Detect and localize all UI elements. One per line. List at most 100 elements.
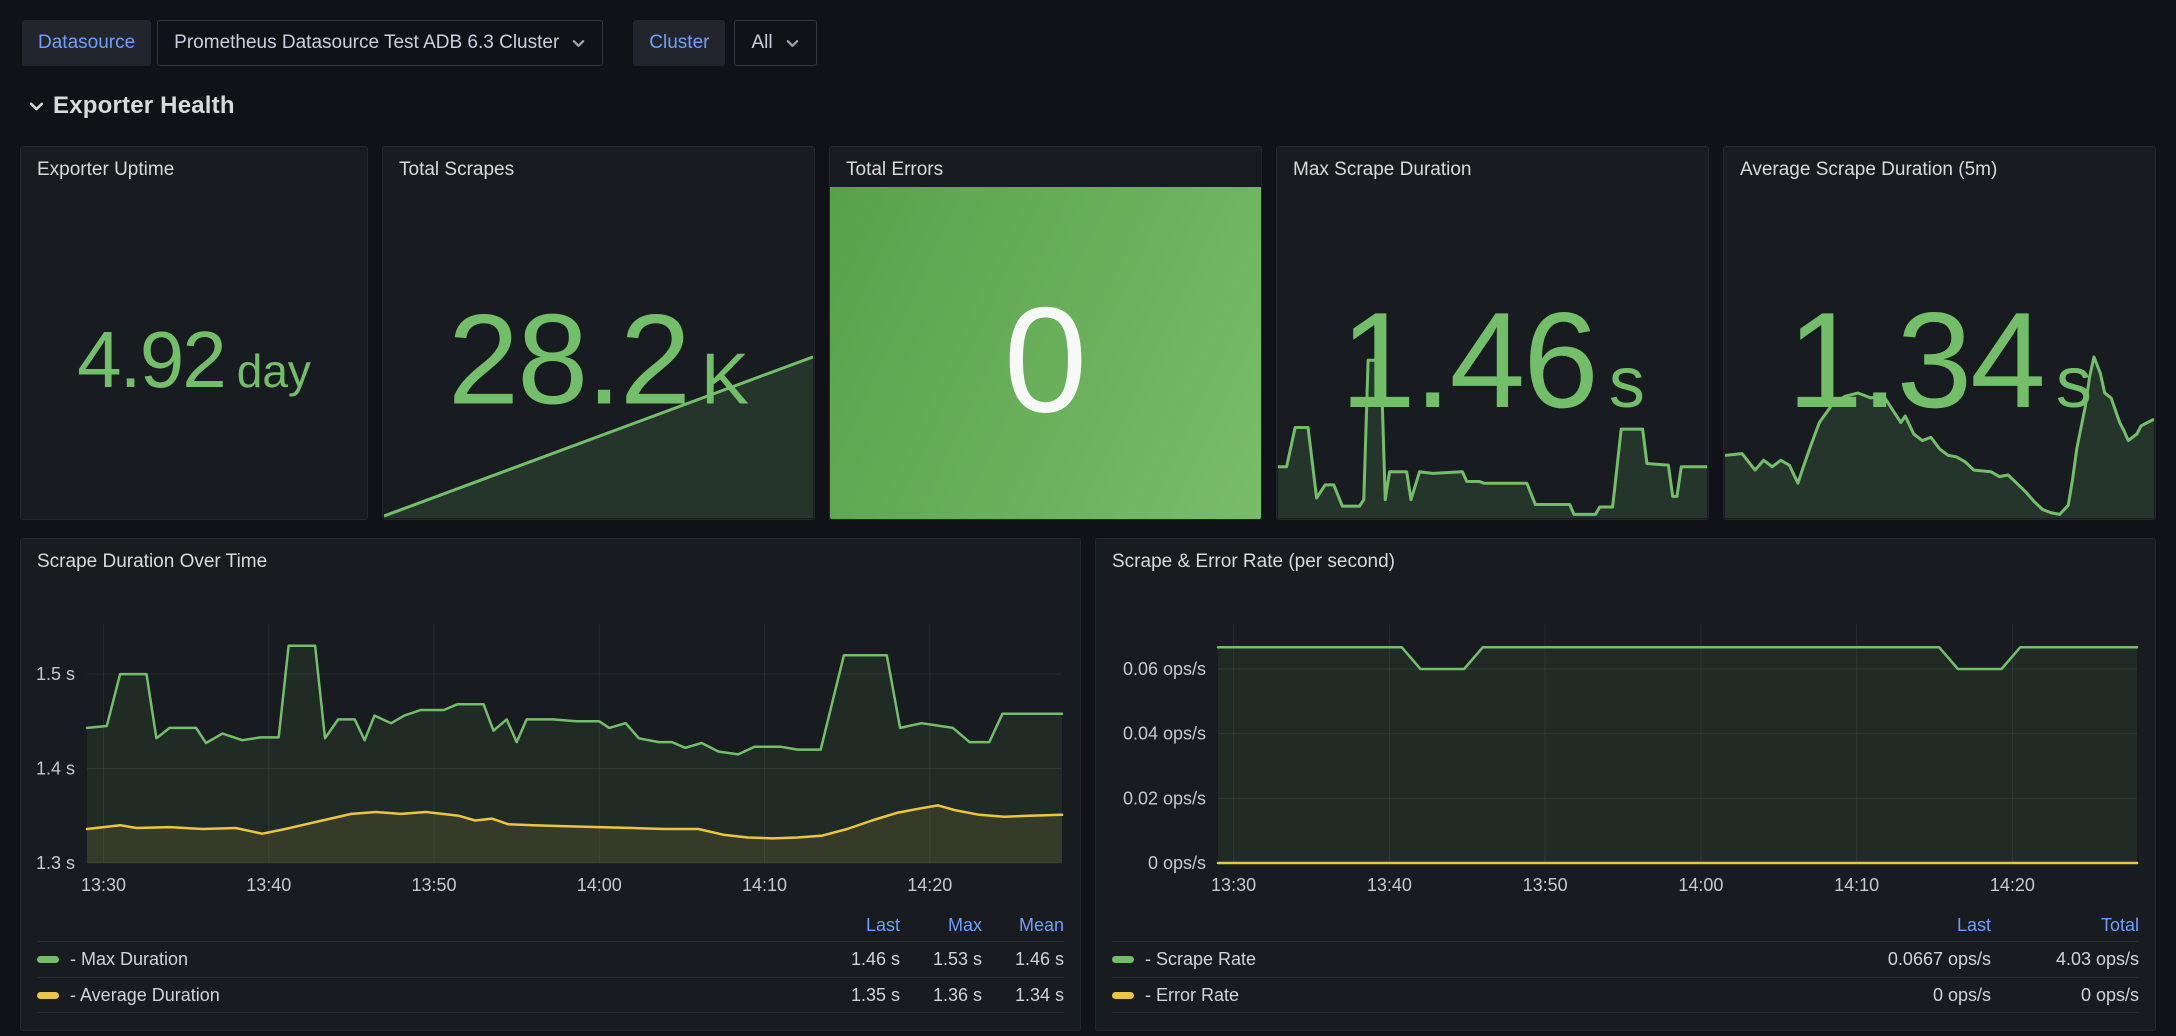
x-axis-label: 13:40 [1367,875,1412,895]
stat-number: 1.46 [1340,282,1597,438]
y-axis-label: 0.02 ops/s [1123,788,1206,808]
x-axis-label: 14:10 [742,875,787,895]
panel-scrape-duration-over-time: Scrape Duration Over Time 1.5 s 1.4 s 1.3 … [20,538,1081,1031]
scrape-duration-chart[interactable]: 1.5 s 1.4 s 1.3 s 13:30 13:40 13:50 14:00 14:10… [21,579,1080,909]
datasource-variable-label: Datasource [22,20,151,66]
legend-series-label: - Scrape Rate [1145,949,1256,970]
stat-number: 0 [1004,273,1087,446]
dashboard-variable-bar: Datasource Prometheus Datasource Test AD… [22,20,2176,66]
panel-title: Scrape Duration Over Time [37,551,267,573]
panel-title: Total Errors [846,159,943,181]
legend-series-label: - Average Duration [70,985,220,1006]
datasource-variable-select[interactable]: Prometheus Datasource Test ADB 6.3 Clust… [157,20,603,66]
series-fill-green [1218,647,2137,863]
stat-body: 1.46 s [1277,187,1708,519]
panel-title: Average Scrape Duration (5m) [1740,159,1997,181]
panel-max-scrape-duration: Max Scrape Duration 1.46 s [1276,146,1709,520]
legend-column-total[interactable]: Total [1991,915,2139,936]
datasource-selected-value: Prometheus Datasource Test ADB 6.3 Clust… [174,32,559,54]
row-title: Exporter Health [53,92,235,120]
legend-series-label: - Error Rate [1145,985,1239,1006]
panel-average-scrape-duration: Average Scrape Duration (5m) 1.34 s [1723,146,2156,520]
legend-column-last[interactable]: Last [818,915,900,936]
x-axis-label: 13:50 [412,875,457,895]
panel-title: Exporter Uptime [37,159,174,181]
legend-stat-value: 1.36 s [900,985,982,1006]
panel-title: Total Scrapes [399,159,514,181]
legend-column-mean[interactable]: Mean [982,915,1064,936]
stat-body-green-gradient: 0 [830,187,1261,519]
chevron-down-icon [28,98,45,115]
x-axis-label: 14:20 [1990,875,2035,895]
stat-value: 28.2 K [448,286,749,433]
stat-value: 1.34 s [1787,282,2092,438]
stat-number: 1.34 [1787,282,2044,438]
series-color-swatch [37,956,59,963]
legend-stat-value: 1.46 s [818,949,900,970]
panel-header[interactable]: Total Errors [830,147,1261,187]
x-axis-label: 13:30 [1211,875,1256,895]
panel-exporter-uptime: Exporter Uptime 4.92 day [20,146,368,520]
legend-row-max-duration[interactable]: - Max Duration1.46 s1.53 s1.46 s [37,941,1064,977]
panel-header[interactable]: Scrape & Error Rate (per second) [1096,539,2155,579]
x-axis-label: 14:10 [1834,875,1879,895]
legend-stat-value: 0.0667 ops/s [1843,949,1991,970]
x-axis-label: 13:30 [81,875,126,895]
stat-unit: s [1609,342,1645,424]
legend-row-average-duration[interactable]: - Average Duration1.35 s1.36 s1.34 s [37,977,1064,1013]
chevron-down-icon [785,36,800,51]
series-color-swatch [1112,992,1134,999]
cluster-selected-value: All [751,32,772,54]
legend-header: LastTotal [1112,909,2139,941]
legend-stat-value: 4.03 ops/s [1991,949,2139,970]
x-axis-label: 14:00 [577,875,622,895]
stat-body: 4.92 day [21,187,367,519]
legend-stat-value: 0 ops/s [1843,985,1991,1006]
panel-header[interactable]: Scrape Duration Over Time [21,539,1080,579]
legend-column-max[interactable]: Max [900,915,982,936]
legend-column-last[interactable]: Last [1843,915,1991,936]
panel-total-scrapes: Total Scrapes 28.2 K [382,146,815,520]
stat-value: 0 [1004,273,1087,446]
stat-unit: s [2056,342,2092,424]
stat-value: 4.92 day [77,314,311,406]
legend-stat-value: 1.34 s [982,985,1064,1006]
stat-unit: K [701,338,749,420]
panel-title: Scrape & Error Rate (per second) [1112,551,1395,573]
stat-number: 4.92 [77,314,225,406]
cluster-variable-label: Cluster [633,20,725,66]
cluster-variable-select[interactable]: All [734,20,816,66]
legend-row-error-rate[interactable]: - Error Rate 0 ops/s0 ops/s [1112,977,2139,1013]
timeseries-panel-row: Scrape Duration Over Time 1.5 s 1.4 s 1.3 … [20,538,2156,1031]
legend-row-scrape-rate[interactable]: - Scrape Rate 0.0667 ops/s4.03 ops/s [1112,941,2139,977]
panel-title: Max Scrape Duration [1293,159,1471,181]
panel-header[interactable]: Exporter Uptime [21,147,367,187]
panel-total-errors: Total Errors 0 [829,146,1262,520]
y-axis-label: 1.3 s [36,853,75,873]
panel-scrape-error-rate: Scrape & Error Rate (per second) 0.06 op… [1095,538,2156,1031]
legend-stat-value: 1.46 s [982,949,1064,970]
x-axis-label: 13:50 [1523,875,1568,895]
x-axis-label: 14:00 [1678,875,1723,895]
y-axis-label: 0.06 ops/s [1123,659,1206,679]
y-axis-label: 1.5 s [36,664,75,684]
series-color-swatch [1112,956,1134,963]
x-axis-label: 14:20 [907,875,952,895]
stat-unit: day [237,344,311,398]
stat-body: 28.2 K [383,187,814,519]
cluster-label-text: Cluster [649,32,709,54]
row-header-exporter-health[interactable]: Exporter Health [28,92,2176,120]
panel-header[interactable]: Total Scrapes [383,147,814,187]
panel-header[interactable]: Max Scrape Duration [1277,147,1708,187]
x-axis-label: 13:40 [246,875,291,895]
panel-header[interactable]: Average Scrape Duration (5m) [1724,147,2155,187]
stat-body: 1.34 s [1724,187,2155,519]
stat-value: 1.46 s [1340,282,1645,438]
y-axis-label: 1.4 s [36,759,75,779]
stat-number: 28.2 [448,286,689,433]
scrape-duration-legend: LastMaxMean - Max Duration1.46 s1.53 s1.4… [21,909,1080,1013]
scrape-error-rate-chart[interactable]: 0.06 ops/s0.04 ops/s0.02 ops/s0 ops/s13:… [1096,579,2155,909]
legend-stat-value: 0 ops/s [1991,985,2139,1006]
y-axis-label: 0.04 ops/s [1123,724,1206,744]
chevron-down-icon [571,36,586,51]
